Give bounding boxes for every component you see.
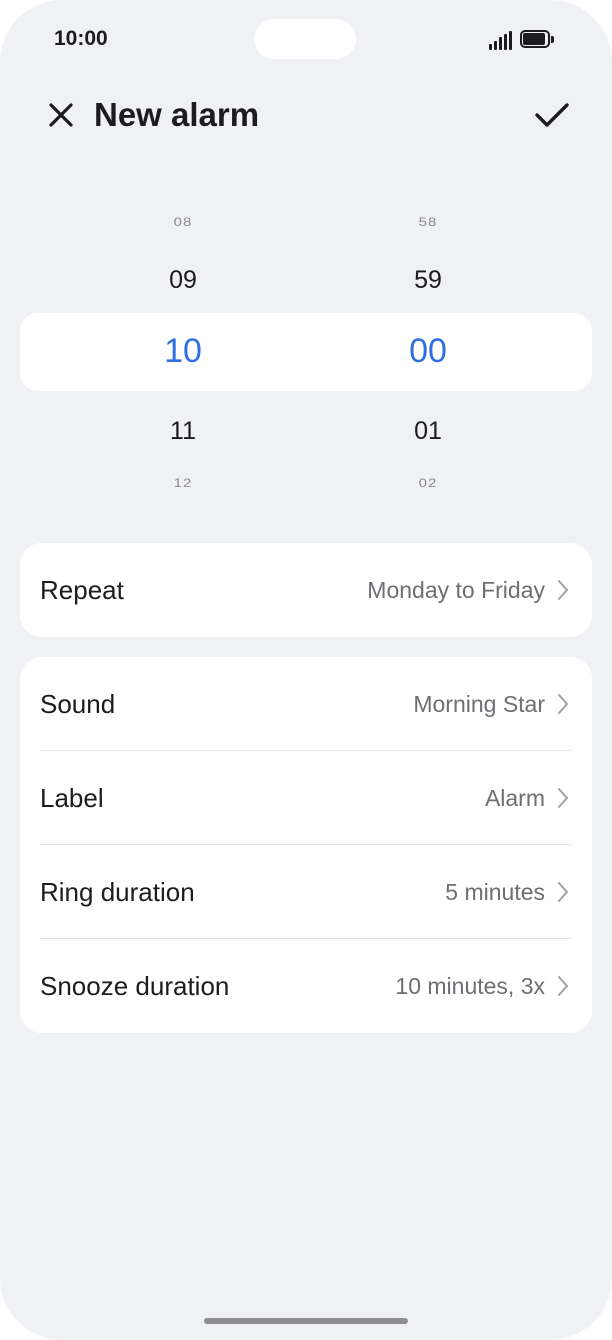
hour-selected[interactable]: 10 [113,332,253,371]
repeat-row[interactable]: Repeat Monday to Friday [20,543,592,637]
minute-option[interactable]: 58 [358,216,498,229]
minute-selected[interactable]: 00 [358,332,498,371]
minute-option[interactable]: 02 [358,477,498,490]
status-time: 10:00 [54,27,108,50]
hour-option[interactable]: 11 [113,417,253,446]
close-button[interactable] [40,94,82,136]
snooze-duration-value: 10 minutes, 3x [395,972,545,999]
chevron-right-icon [558,976,568,996]
home-indicator[interactable] [204,1318,408,1324]
chevron-right-icon [558,788,568,808]
snooze-duration-label: Snooze duration [40,970,230,1001]
confirm-button[interactable] [528,92,576,138]
sound-label: Sound [40,688,116,719]
chevron-right-icon [558,882,568,902]
minute-option[interactable]: 01 [358,417,498,446]
ring-duration-value: 5 minutes [445,878,545,905]
picker-selection-highlight [20,313,592,391]
chevron-right-icon [558,580,568,600]
label-value: Alarm [484,784,545,811]
sound-value: Morning Star [413,690,545,717]
close-icon [49,103,73,127]
chevron-right-icon [558,694,568,714]
sound-row[interactable]: Sound Morning Star [20,657,592,751]
battery-icon [520,30,554,50]
ring-duration-row[interactable]: Ring duration 5 minutes [20,845,592,939]
page-title: New alarm [94,96,260,133]
label-label: Label [40,782,104,813]
hour-option[interactable]: 09 [113,266,253,295]
repeat-card: Repeat Monday to Friday [20,543,592,637]
hour-option[interactable]: 12 [113,477,253,490]
hour-option[interactable]: 08 [113,216,253,229]
repeat-value: Monday to Friday [367,576,545,603]
snooze-duration-row[interactable]: Snooze duration 10 minutes, 3x [20,939,592,1033]
ring-duration-label: Ring duration [40,876,195,907]
dynamic-island [254,19,356,59]
settings-card: Sound Morning Star Label Alarm Ring dura… [20,657,592,1033]
signal-icon [489,31,513,50]
checkmark-icon [535,103,569,127]
label-row[interactable]: Label Alarm [20,751,592,845]
phone-screen: 10:00 New alarm 08 09 10 11 12 58 59 00 … [0,0,612,1340]
minute-option[interactable]: 59 [358,266,498,295]
repeat-label: Repeat [40,574,124,605]
